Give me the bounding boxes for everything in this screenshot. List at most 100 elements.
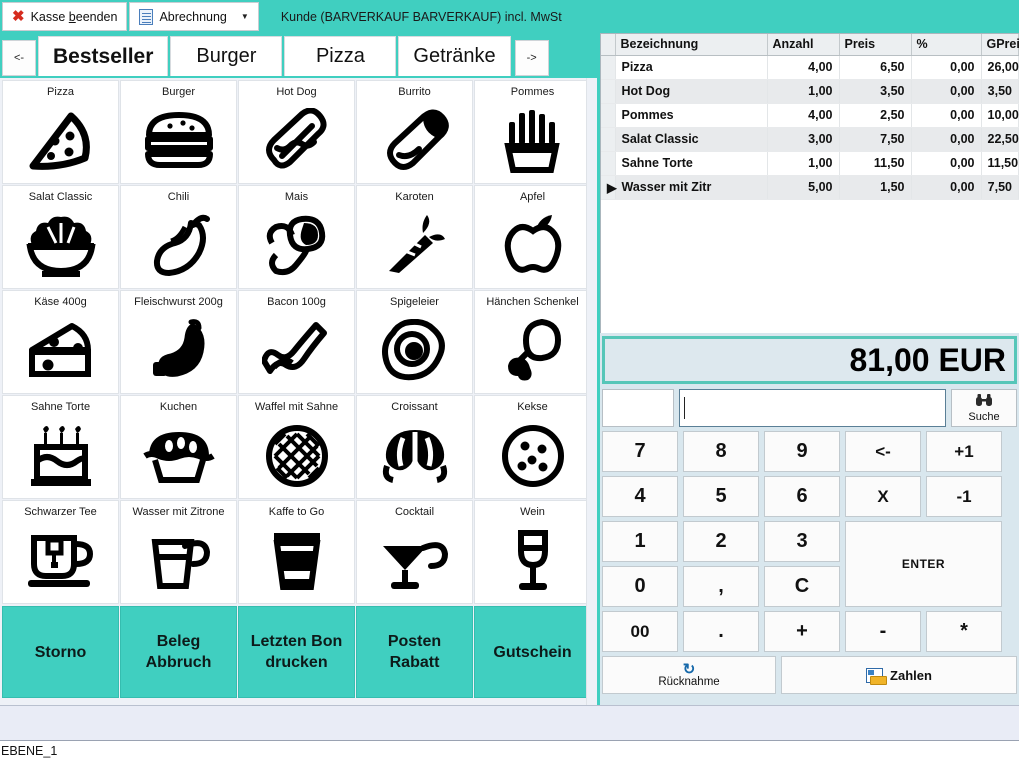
product-button-pommes[interactable]: Pommes bbox=[474, 80, 591, 184]
product-button-schwarzer-tee[interactable]: Schwarzer Tee bbox=[2, 500, 119, 604]
key-minus-one[interactable]: -1 bbox=[926, 476, 1002, 517]
cell-total: 11,50 bbox=[981, 151, 1019, 176]
key-plus[interactable]: + bbox=[764, 611, 840, 652]
action-button-row: Storno Beleg Abbruch Letzten Bon drucken… bbox=[2, 606, 595, 698]
product-button-pizza[interactable]: Pizza bbox=[2, 80, 119, 184]
key-plus-one[interactable]: +1 bbox=[926, 431, 1002, 472]
tab-burger[interactable]: Burger bbox=[170, 36, 283, 76]
column-header-percent[interactable]: % bbox=[911, 34, 982, 56]
search-button[interactable]: Suche bbox=[951, 389, 1017, 427]
tab-pizza[interactable]: Pizza bbox=[284, 36, 397, 76]
product-button-burger[interactable]: Burger bbox=[120, 80, 237, 184]
key-6[interactable]: 6 bbox=[764, 476, 840, 517]
cell-qty: 1,00 bbox=[767, 151, 840, 176]
key-0[interactable]: 0 bbox=[602, 566, 678, 607]
product-button-chili[interactable]: Chili bbox=[120, 185, 237, 289]
close-register-button[interactable]: ✖ Kasse beenden bbox=[2, 2, 128, 31]
product-button-kuchen[interactable]: Kuchen bbox=[120, 395, 237, 499]
cell-qty: 5,00 bbox=[767, 175, 840, 200]
key-5[interactable]: 5 bbox=[683, 476, 759, 517]
product-button-cocktail[interactable]: Cocktail bbox=[356, 500, 473, 604]
gutschein-button[interactable]: Gutschein bbox=[474, 606, 591, 698]
product-button-salat-classic[interactable]: Salat Classic bbox=[2, 185, 119, 289]
key-clear[interactable]: C bbox=[764, 566, 840, 607]
product-button-croissant[interactable]: Croissant bbox=[356, 395, 473, 499]
product-button-mais[interactable]: Mais bbox=[238, 185, 355, 289]
key-minus[interactable]: - bbox=[845, 611, 921, 652]
product-label: Kaffe to Go bbox=[268, 506, 325, 518]
product-label: Pizza bbox=[47, 86, 74, 98]
tabs-prev-arrow-button[interactable]: <- bbox=[2, 40, 36, 76]
product-button-sahne-torte[interactable]: Sahne Torte bbox=[2, 395, 119, 499]
cocktail-glass-icon bbox=[357, 519, 472, 603]
cell-name: Hot Dog bbox=[615, 79, 768, 104]
tab-getraenke[interactable]: Getränke bbox=[398, 36, 511, 76]
product-button-spigeleier[interactable]: Spigeleier bbox=[356, 290, 473, 394]
enter-button[interactable]: ENTER bbox=[845, 521, 1002, 607]
posten-rabatt-button[interactable]: Posten Rabatt bbox=[356, 606, 473, 698]
tab-bestseller[interactable]: Bestseller bbox=[38, 36, 169, 76]
billing-button[interactable]: Abrechnung ▼ bbox=[129, 2, 259, 31]
product-label: Spigeleier bbox=[390, 296, 439, 308]
coffee-cup-icon bbox=[239, 519, 354, 603]
payment-button-row: ↻ Rücknahme Zahlen bbox=[602, 656, 1017, 694]
quantity-input[interactable] bbox=[602, 389, 674, 427]
product-label: Schwarzer Tee bbox=[24, 506, 97, 518]
key-period[interactable]: . bbox=[683, 611, 759, 652]
beleg-abbruch-button[interactable]: Beleg Abbruch bbox=[120, 606, 237, 698]
product-button-waffel-mit-sahne[interactable]: Waffel mit Sahne bbox=[238, 395, 355, 499]
cell-pct: 0,00 bbox=[911, 103, 982, 128]
key-backspace[interactable]: <- bbox=[845, 431, 921, 472]
key-asterisk[interactable]: * bbox=[926, 611, 1002, 652]
product-button-fleischwurst-200g[interactable]: Fleischwurst 200g bbox=[120, 290, 237, 394]
key-7[interactable]: 7 bbox=[602, 431, 678, 472]
table-row[interactable]: Salat Classic 3,00 7,50 0,00 22,50 bbox=[601, 127, 1019, 152]
cell-name: Salat Classic bbox=[615, 127, 768, 152]
posten-rabatt-line1: Posten bbox=[387, 633, 442, 650]
key-9[interactable]: 9 bbox=[764, 431, 840, 472]
ruecknahme-button[interactable]: ↻ Rücknahme bbox=[602, 656, 776, 694]
table-row[interactable]: Sahne Torte 1,00 11,50 0,00 11,50 bbox=[601, 151, 1019, 176]
key-double-zero[interactable]: 00 bbox=[602, 611, 678, 652]
key-comma[interactable]: , bbox=[683, 566, 759, 607]
cell-total: 7,50 bbox=[981, 175, 1019, 200]
cell-pct: 0,00 bbox=[911, 55, 982, 80]
key-multiply[interactable]: X bbox=[845, 476, 921, 517]
product-button-kaffe-to-go[interactable]: Kaffe to Go bbox=[238, 500, 355, 604]
chevron-down-icon[interactable]: ▼ bbox=[241, 12, 249, 21]
product-button-apfel[interactable]: Apfel bbox=[474, 185, 591, 289]
key-2[interactable]: 2 bbox=[683, 521, 759, 562]
column-header-anzahl[interactable]: Anzahl bbox=[767, 34, 840, 56]
key-1[interactable]: 1 bbox=[602, 521, 678, 562]
product-button-haenchen-schenkel[interactable]: Hänchen Schenkel bbox=[474, 290, 591, 394]
tabs-next-arrow-button[interactable]: -> bbox=[514, 40, 549, 76]
product-button-kekse[interactable]: Kekse bbox=[474, 395, 591, 499]
burger-icon bbox=[121, 99, 236, 183]
product-button-bacon-100g[interactable]: Bacon 100g bbox=[238, 290, 355, 394]
column-header-gpreis[interactable]: GPreis bbox=[981, 34, 1019, 56]
zahlen-button[interactable]: Zahlen bbox=[781, 656, 1017, 694]
storno-button[interactable]: Storno bbox=[2, 606, 119, 698]
key-4[interactable]: 4 bbox=[602, 476, 678, 517]
key-8[interactable]: 8 bbox=[683, 431, 759, 472]
product-button-wasser-mit-zitrone[interactable]: Wasser mit Zitrone bbox=[120, 500, 237, 604]
key-3[interactable]: 3 bbox=[764, 521, 840, 562]
table-row-selected[interactable]: ▶ Wasser mit Zitr 5,00 1,50 0,00 7,50 bbox=[601, 175, 1019, 200]
letzten-bon-drucken-button[interactable]: Letzten Bon drucken bbox=[238, 606, 355, 698]
product-button-hotdog[interactable]: Hot Dog bbox=[238, 80, 355, 184]
product-grid-scrollbar[interactable] bbox=[586, 78, 597, 705]
product-button-karoten[interactable]: Karoten bbox=[356, 185, 473, 289]
keypad-lower-left: 1 2 3 0 , C bbox=[602, 521, 840, 607]
table-row[interactable]: Pizza 4,00 6,50 0,00 26,00 bbox=[601, 55, 1019, 80]
cell-pct: 0,00 bbox=[911, 175, 982, 200]
table-row[interactable]: Hot Dog 1,00 3,50 0,00 3,50 bbox=[601, 79, 1019, 104]
product-button-burrito[interactable]: Burrito bbox=[356, 80, 473, 184]
search-input[interactable] bbox=[679, 389, 946, 427]
product-button-wein[interactable]: Wein bbox=[474, 500, 591, 604]
product-button-kaese-400g[interactable]: Käse 400g bbox=[2, 290, 119, 394]
table-row[interactable]: Pommes 4,00 2,50 0,00 10,00 bbox=[601, 103, 1019, 128]
product-label: Hot Dog bbox=[276, 86, 317, 98]
column-header-preis[interactable]: Preis bbox=[839, 34, 912, 56]
column-header-bezeichnung[interactable]: Bezeichnung bbox=[615, 34, 768, 56]
keypad-row-123: 1 2 3 bbox=[602, 521, 840, 562]
